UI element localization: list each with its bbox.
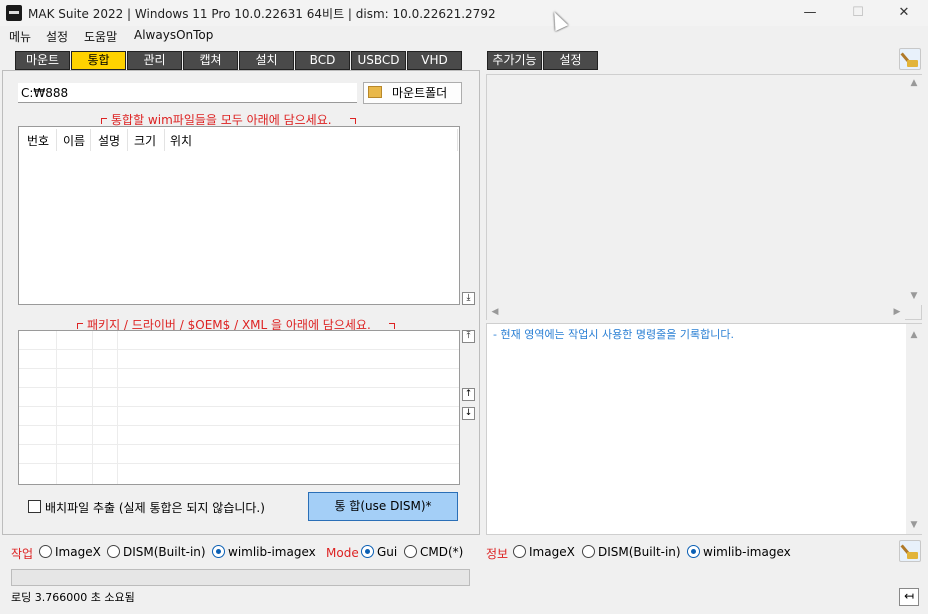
title-bar: MAK Suite 2022 | Windows 11 Pro 10.0.226…	[0, 0, 928, 26]
tab-extras[interactable]: 추가기능	[487, 51, 542, 70]
close-button[interactable]: ✕	[881, 0, 927, 26]
wim-list[interactable]: 번호 이름 설명 크기 위치	[18, 126, 460, 305]
status-text: 로딩 3.766000 초 소요됨	[11, 591, 135, 604]
menu-item-menu[interactable]: 메뉴	[9, 28, 31, 45]
log-area[interactable]: ▲ ▼	[486, 323, 922, 535]
info-radio-wimlib[interactable]	[687, 545, 700, 558]
window-title: MAK Suite 2022 | Windows 11 Pro 10.0.226…	[28, 7, 496, 21]
hint-bracket-left	[77, 323, 83, 329]
scroll-up-icon[interactable]: ▲	[906, 78, 922, 88]
download-arrow-icon[interactable]: ⤓	[462, 292, 475, 305]
mode-option-label: CMD(*)	[420, 545, 464, 559]
package-grid[interactable]	[18, 330, 460, 485]
minimize-button[interactable]: —	[787, 0, 833, 26]
column-separator	[90, 129, 91, 151]
hint-bracket-right	[350, 118, 356, 124]
column-header-name[interactable]: 이름	[63, 132, 85, 149]
folder-icon	[368, 86, 382, 98]
grid-line	[19, 463, 459, 464]
grid-line	[117, 331, 118, 484]
tab-manage[interactable]: 관리	[127, 51, 182, 70]
info-option-label: ImageX	[529, 545, 575, 559]
tab-right-settings[interactable]: 설정	[543, 51, 598, 70]
work-label: 작업	[11, 547, 34, 561]
menu-item-help[interactable]: 도움말	[84, 28, 117, 45]
app-icon	[6, 5, 22, 21]
broom-icon[interactable]	[899, 540, 921, 562]
log-scroll-down-icon[interactable]: ▼	[906, 520, 922, 530]
info-radio-dism[interactable]	[582, 545, 595, 558]
vertical-scrollbar[interactable]	[906, 75, 922, 305]
grid-line	[19, 444, 459, 445]
path-input[interactable]	[18, 83, 357, 103]
menu-item-always-on-top[interactable]: AlwaysOnTop	[134, 28, 213, 42]
tab-install[interactable]: 설치	[239, 51, 294, 70]
grid-line	[56, 331, 57, 484]
command-area[interactable]: ▲ ▼	[486, 74, 922, 320]
info-radio-imagex[interactable]	[513, 545, 526, 558]
mode-label: Mode	[326, 546, 359, 560]
grid-line	[92, 331, 93, 484]
column-header-number[interactable]: 번호	[27, 132, 49, 149]
column-separator	[127, 129, 128, 151]
scroll-down-icon[interactable]: ▼	[906, 291, 922, 301]
work-option-label: ImageX	[55, 545, 101, 559]
info-label: 정보	[486, 547, 509, 561]
grid-line	[19, 406, 459, 407]
log-text: - 현재 영역에는 작업시 사용한 명령줄을 기록합니다.	[493, 328, 734, 341]
integrate-button[interactable]: 통 합(use DISM)*	[308, 492, 458, 521]
scroll-right-icon[interactable]: ▶	[889, 307, 905, 317]
horizontal-scrollbar[interactable]: ◀ ▶	[487, 305, 905, 320]
broom-icon[interactable]	[899, 48, 921, 70]
info-option-label: DISM(Built-in)	[598, 545, 681, 559]
mode-radio-gui[interactable]	[361, 545, 374, 558]
tab-mount[interactable]: 마운트	[15, 51, 70, 70]
tab-integrate[interactable]: 통합	[71, 51, 126, 70]
menu-bar: 메뉴 설정 도움말 AlwaysOnTop	[0, 26, 928, 46]
column-header-description[interactable]: 설명	[98, 132, 120, 149]
hint-bracket-right	[389, 323, 395, 329]
mode-option-label: Gui	[377, 545, 398, 559]
work-option-label: wimlib-imagex	[228, 545, 316, 559]
info-option-label: wimlib-imagex	[703, 545, 791, 559]
column-separator	[457, 129, 458, 151]
progress-bar	[11, 569, 470, 586]
menu-item-settings[interactable]: 설정	[46, 28, 68, 45]
move-down-icon[interactable]: ↓	[462, 407, 475, 420]
batch-checkbox[interactable]	[28, 500, 41, 513]
tab-bcd[interactable]: BCD	[295, 51, 350, 70]
column-header-location[interactable]: 위치	[170, 132, 192, 149]
tab-usbcd[interactable]: USBCD	[351, 51, 406, 70]
scroll-left-icon[interactable]: ◀	[487, 307, 503, 317]
tab-vhd[interactable]: VHD	[407, 51, 462, 70]
grid-line	[19, 425, 459, 426]
column-separator	[56, 129, 57, 151]
exit-icon[interactable]: ↤	[899, 588, 919, 606]
mode-radio-cmd[interactable]	[404, 545, 417, 558]
log-scroll-up-icon[interactable]: ▲	[906, 330, 922, 340]
column-separator	[164, 129, 165, 151]
work-radio-dism[interactable]	[107, 545, 120, 558]
batch-label: 배치파일 추출 (실제 통합은 되지 않습니다.)	[45, 501, 265, 515]
log-scrollbar[interactable]	[906, 324, 922, 534]
maximize-button[interactable]: ☐	[835, 0, 881, 26]
column-header-size[interactable]: 크기	[134, 132, 156, 149]
work-option-label: DISM(Built-in)	[123, 545, 206, 559]
grid-line	[19, 349, 459, 350]
move-up-icon[interactable]: ↑	[462, 388, 475, 401]
work-radio-imagex[interactable]	[39, 545, 52, 558]
work-radio-wimlib[interactable]	[212, 545, 225, 558]
hint-bracket-left	[101, 118, 107, 124]
move-top-icon[interactable]: ⤒	[462, 330, 475, 343]
grid-line	[19, 368, 459, 369]
tab-capture[interactable]: 캡쳐	[183, 51, 238, 70]
grid-line	[19, 387, 459, 388]
